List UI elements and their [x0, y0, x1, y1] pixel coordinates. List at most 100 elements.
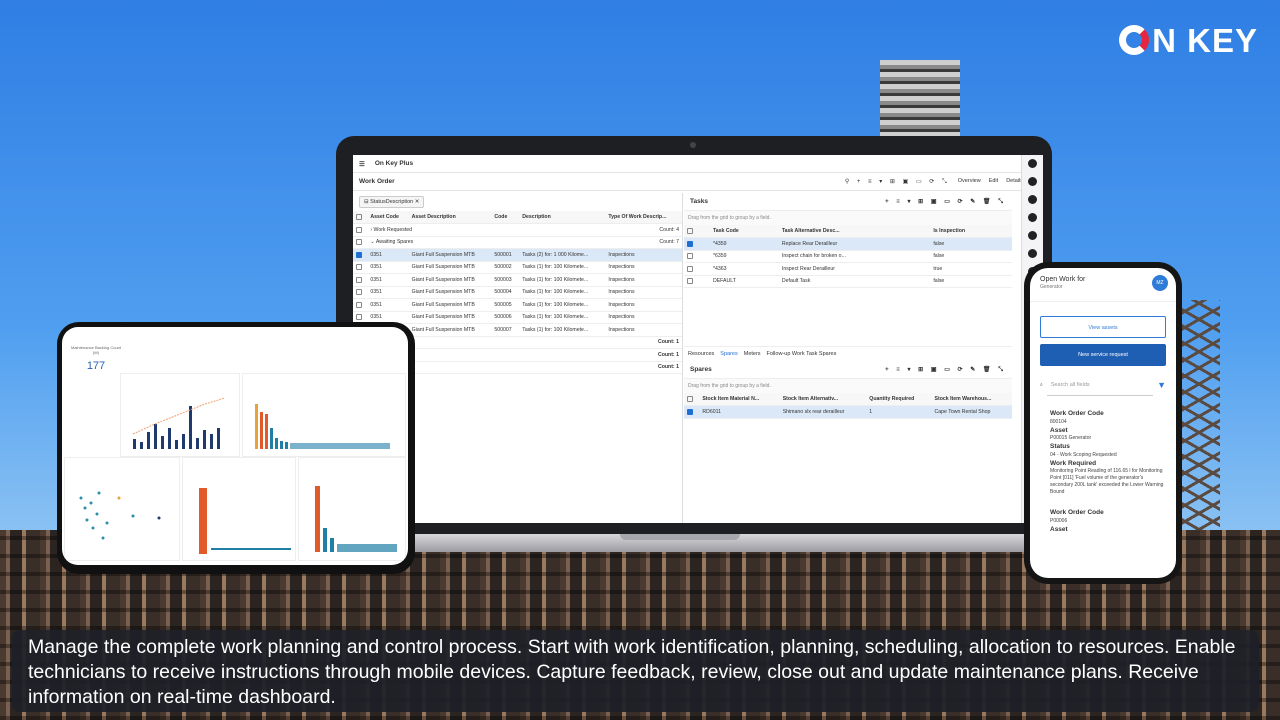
actions-icon[interactable] [1028, 177, 1037, 186]
col-asset-code[interactable]: Asset Code [367, 211, 409, 224]
menu-icon[interactable]: ☰ [359, 160, 365, 168]
overview-button[interactable]: Overview [958, 178, 981, 186]
col-warehouse[interactable]: Stock Item Warehous... [931, 393, 1012, 406]
new-service-request-button[interactable]: New service request [1040, 344, 1166, 366]
tasks-title: Tasks [690, 198, 708, 205]
dashboard-bar-chart [120, 373, 240, 457]
filter-icon[interactable]: ▼ [1157, 380, 1166, 390]
cell: false [930, 275, 1012, 288]
avatar[interactable]: MZ [1152, 275, 1168, 291]
tab-resources[interactable]: Resources [688, 351, 714, 357]
tab-spares[interactable]: Spares [720, 351, 737, 357]
checkbox[interactable] [356, 213, 362, 220]
checkbox[interactable] [687, 227, 693, 234]
table-row[interactable]: *4363 Inspect Rear Derailleur true [684, 262, 1012, 276]
group-row[interactable]: ⌄ Awaiting Spares [367, 236, 520, 249]
checkbox[interactable] [356, 276, 362, 283]
hints-icon[interactable] [1028, 195, 1037, 204]
work-order-card[interactable]: Work Order Code P00006 Asset [1050, 509, 1166, 534]
search-input[interactable]: Search all fields [1046, 374, 1154, 396]
col-description[interactable]: Description [519, 211, 606, 224]
checkbox[interactable] [687, 240, 693, 247]
phone-screen: Open Work for Generator MZ View assets N… [1030, 268, 1176, 578]
checkbox[interactable] [687, 265, 693, 272]
profile-icon[interactable] [1028, 249, 1037, 258]
view-assets-button[interactable]: View assets [1040, 316, 1166, 338]
select-all[interactable] [353, 211, 368, 224]
table-row[interactable]: *4359 Replace Rear Derailleur false [684, 237, 1012, 251]
cell: Inspections [605, 248, 682, 262]
col-task-alt[interactable]: Task Alternative Desc... [778, 225, 931, 238]
tasks-toolbar-icons[interactable]: + ≡ ▾ ⊞ ▣ ▭ ⟳ ✎ 🗑 ⤡ [885, 198, 1006, 206]
work-order-card[interactable]: Work Order Code 800104 Asset P00015 Gene… [1050, 410, 1166, 495]
table-row[interactable]: 0351 Giant Full Suspension MTB 500003 Tasks… [353, 273, 682, 287]
cell: Inspections [605, 261, 682, 274]
cell: Default Task [778, 275, 931, 288]
laptop-mockup: ☰ On Key Plus Work Order ⚲ + ≡ ▾ ⊞ ▣ ▭ ⟳… [336, 136, 1052, 536]
checkbox[interactable] [356, 301, 362, 308]
phone-title: Open Work for [1040, 276, 1086, 283]
table-row[interactable]: 0351 Giant Full Suspension MTB 500002 Tasks… [353, 261, 682, 274]
kpi-label: Maintenance Backlog Count (W) [70, 345, 122, 355]
help-icon[interactable] [1028, 213, 1037, 222]
table-row[interactable]: 0351 Giant Full Suspension MTB 500005 Tasks… [353, 298, 682, 312]
cell: Giant Full Suspension MTB [408, 323, 492, 337]
checkbox[interactable] [356, 264, 362, 271]
group-chip[interactable]: ⊟ StatusDescription ✕ [359, 196, 425, 208]
toolbar-icons[interactable]: ⚲ + ≡ ▾ ⊞ ▣ ▭ ⟳ ⤡ [845, 178, 950, 186]
checkbox[interactable] [356, 239, 362, 246]
table-row[interactable]: 0351 Giant Full Suspension MTB 500001 Tasks… [353, 248, 682, 262]
checkbox[interactable] [687, 408, 693, 415]
checkbox[interactable] [687, 278, 693, 285]
kpi-value: 177 [86, 360, 106, 372]
cell: 0351 [367, 298, 409, 312]
checkbox[interactable] [356, 314, 362, 321]
edit-button[interactable]: Edit [989, 178, 998, 186]
checkbox[interactable] [356, 226, 362, 233]
search-icon: ⌕ [1040, 382, 1043, 388]
card-label: Asset [1050, 426, 1068, 434]
col-is-inspection[interactable]: Is Inspection [930, 225, 1012, 238]
checkbox[interactable] [687, 395, 693, 402]
user-icon[interactable] [1028, 159, 1037, 168]
table-row[interactable]: 0351 Giant Full Suspension MTB 500006 Tasks… [353, 311, 682, 324]
cell: Inspections [605, 298, 682, 312]
cell: *4359 [709, 237, 779, 251]
cell: Tasks (1) for: 100 Kilomete... [519, 298, 606, 312]
tab-followup[interactable]: Follow-up Work Task Spares [767, 351, 837, 357]
cell: 0351 [367, 261, 409, 274]
table-row[interactable]: DEFAULT Default Task false [684, 275, 1012, 288]
col-task-code[interactable]: Task Code [709, 225, 779, 238]
cell: Giant Full Suspension MTB [408, 273, 492, 287]
spares-drag-hint: Drag from the grid to group by a field. [684, 379, 1012, 393]
cell: 0351 [367, 286, 409, 299]
card-value: P00015 Generator [1050, 435, 1092, 442]
col-qty[interactable]: Quantity Required [866, 393, 932, 406]
tasks-empty-space [684, 288, 1012, 346]
group-row[interactable]: › Work Requested [367, 223, 520, 237]
table-row[interactable]: 0351 Giant Full Suspension MTB 500004 Tasks… [353, 286, 682, 299]
tab-meters[interactable]: Meters [744, 351, 761, 357]
dashboard-backlog-chart [242, 373, 406, 457]
app-title: On Key Plus [374, 160, 414, 167]
table-row[interactable]: RD6011 Shimano slx rear derailleur 1 Cape T… [684, 405, 1012, 419]
caption-banner: Manage the complete work planning and co… [12, 630, 1259, 712]
cell: Shimano slx rear derailleur [779, 405, 867, 419]
col-code[interactable]: Code [491, 211, 520, 224]
col-alt[interactable]: Stock Item Alternativ... [779, 393, 867, 406]
phone-search: ⌕ Search all fields ▼ [1040, 374, 1166, 396]
cell: RD6011 [699, 405, 780, 419]
cell: Tasks (1) for: 100 Kilomete... [519, 323, 606, 337]
messages-icon[interactable] [1028, 231, 1037, 240]
cell: Inspections [605, 286, 682, 299]
col-type[interactable]: Type Of Work Descrip... [605, 211, 682, 224]
cell: Cape Town Rental Shop [931, 405, 1012, 419]
checkbox[interactable] [356, 289, 362, 296]
col-material[interactable]: Stock Item Material N... [699, 393, 780, 406]
col-asset-desc[interactable]: Asset Description [408, 211, 492, 224]
cell: Tasks (1) for: 100 Kilomete... [519, 261, 606, 274]
spares-toolbar-icons[interactable]: + ≡ ▾ ⊞ ▣ ▭ ⟳ ✎ 🗑 ⤡ [885, 366, 1006, 374]
table-row[interactable]: *6359 Inspect chain for broken o... false [684, 250, 1012, 263]
checkbox[interactable] [356, 251, 362, 258]
checkbox[interactable] [687, 253, 693, 260]
